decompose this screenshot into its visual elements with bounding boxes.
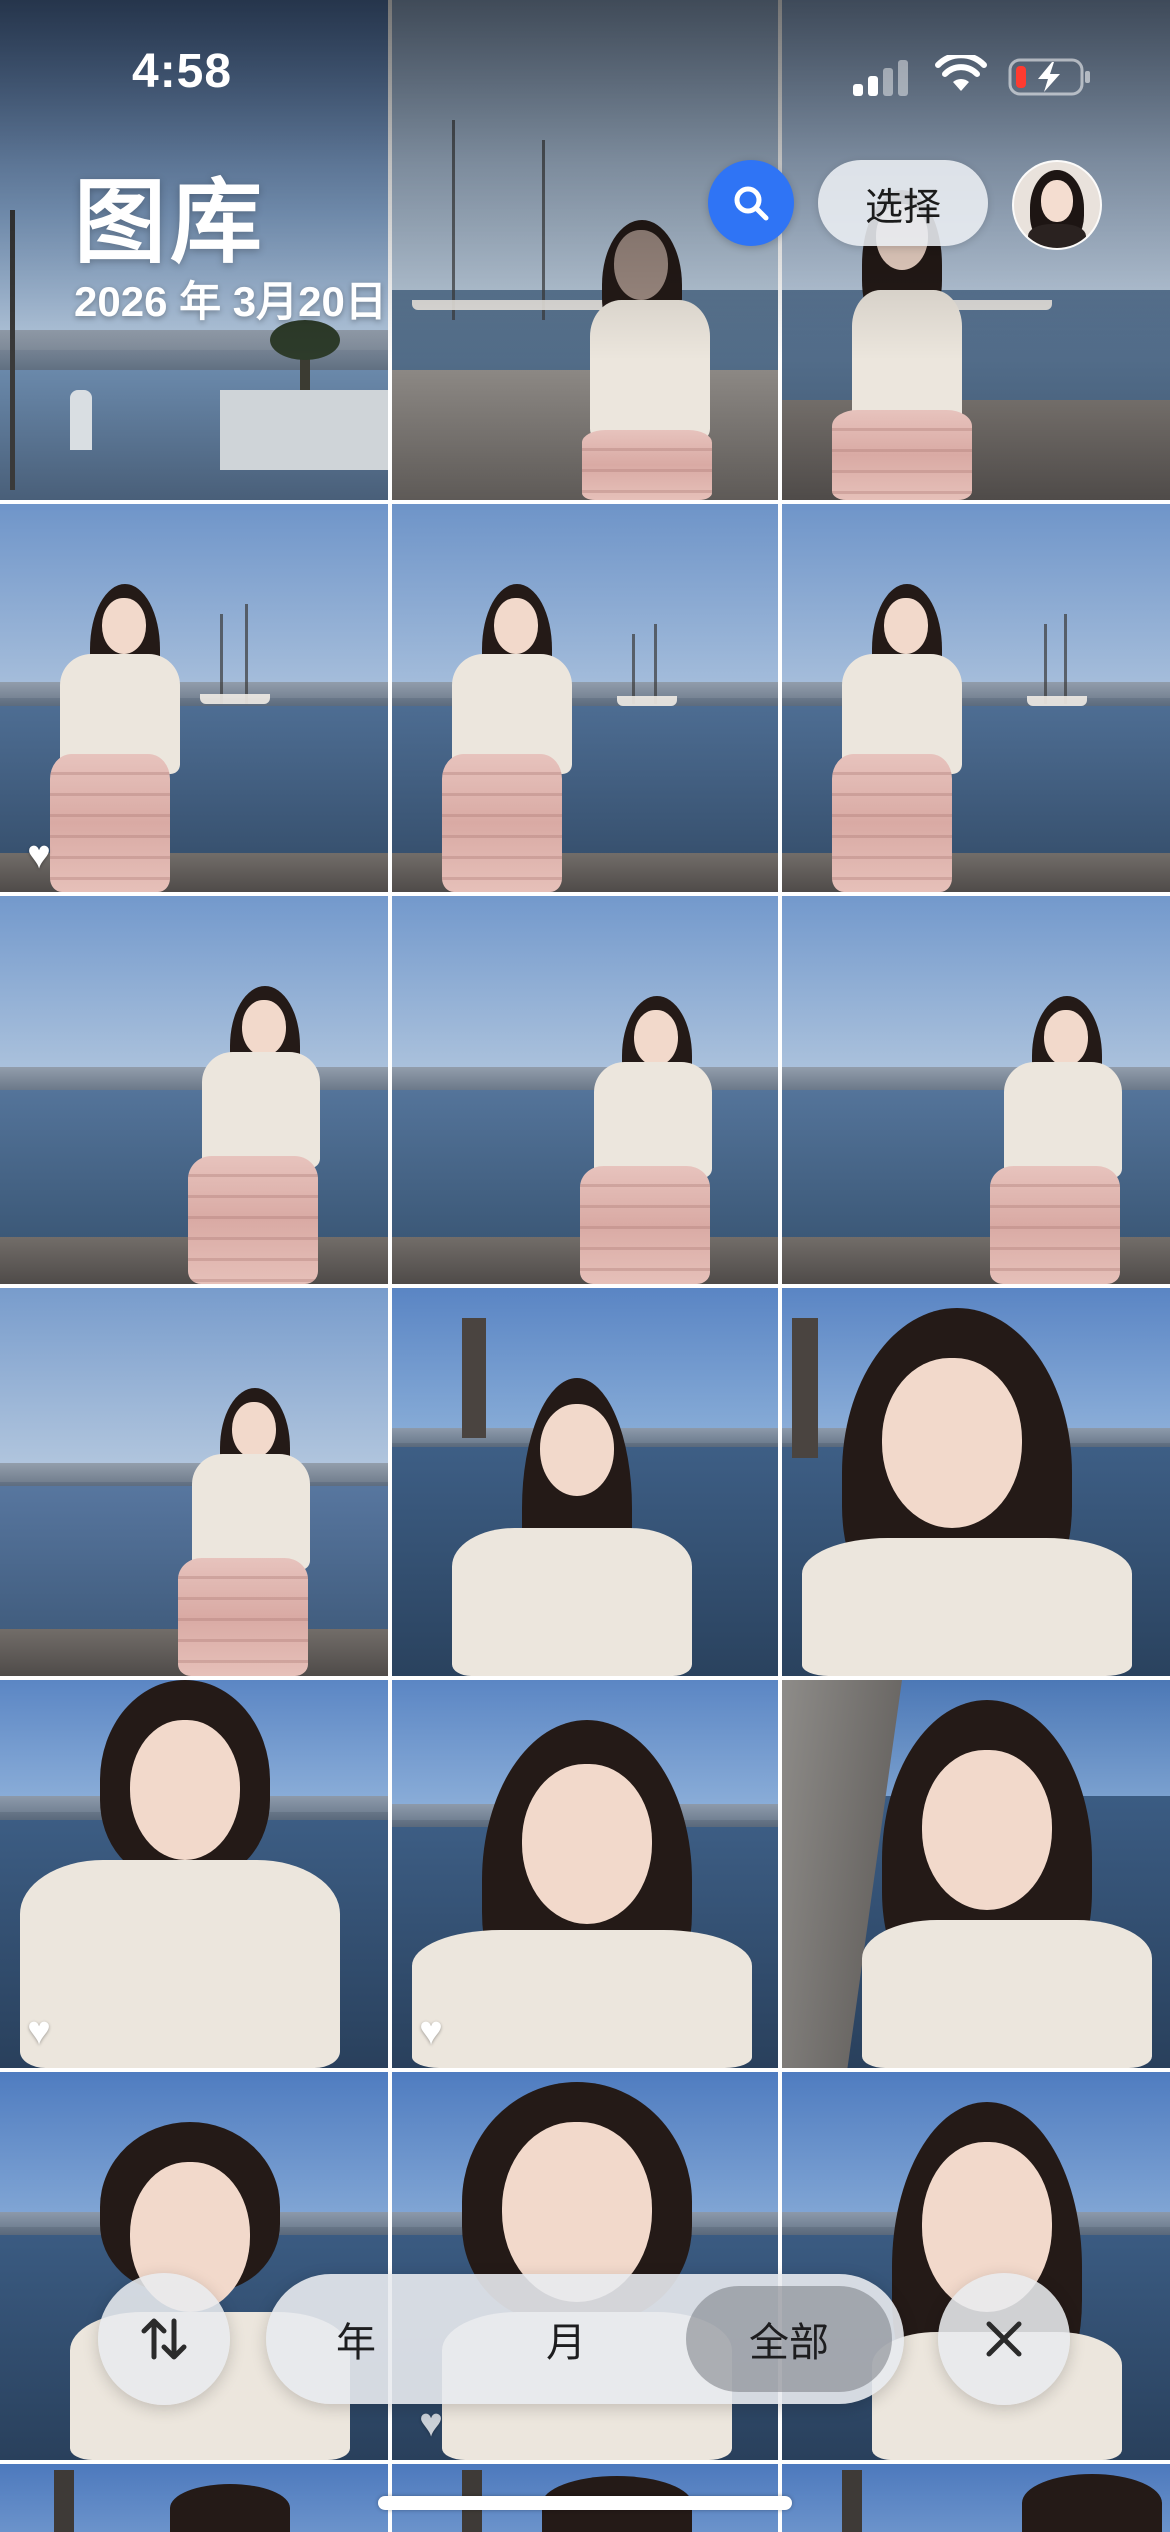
heart-icon: ♥ <box>419 2009 443 2053</box>
photo-thumbnail[interactable] <box>782 504 1170 892</box>
home-indicator <box>378 2496 792 2510</box>
status-bar: 4:58 <box>0 0 1170 140</box>
photo-thumbnail[interactable] <box>782 2464 1170 2532</box>
photo-thumbnail[interactable]: ♥ <box>0 1680 388 2068</box>
photo-thumbnail[interactable] <box>392 896 778 1284</box>
segment-month[interactable]: 月 <box>476 2274 656 2404</box>
photo-grid: ♥ ♥ ♥ ♥ <box>0 0 1170 2532</box>
page-title: 图库 <box>74 172 267 274</box>
avatar[interactable] <box>1012 160 1102 250</box>
wifi-icon <box>935 55 987 91</box>
photo-thumbnail[interactable] <box>392 1288 778 1676</box>
photo-thumbnail[interactable] <box>782 1680 1170 2068</box>
cellular-signal-icon <box>853 60 913 96</box>
close-button[interactable] <box>938 2273 1070 2405</box>
photo-thumbnail[interactable] <box>392 504 778 892</box>
photo-thumbnail[interactable] <box>0 896 388 1284</box>
photo-thumbnail[interactable] <box>0 2464 388 2532</box>
photo-thumbnail[interactable] <box>0 1288 388 1676</box>
page-date: 2026 年 3月20日 <box>74 278 387 325</box>
close-icon <box>986 2321 1022 2357</box>
search-icon <box>734 186 769 221</box>
photo-thumbnail[interactable] <box>782 1288 1170 1676</box>
photo-thumbnail[interactable]: ♥ <box>392 1680 778 2068</box>
photo-thumbnail[interactable] <box>782 896 1170 1284</box>
search-button[interactable] <box>708 160 794 246</box>
battery-charging-icon <box>1008 58 1090 96</box>
heart-icon: ♥ <box>27 2009 51 2053</box>
status-time: 4:58 <box>132 45 233 98</box>
segment-year[interactable]: 年 <box>266 2274 446 2404</box>
view-segmented-control: 年 月 全部 <box>266 2274 904 2404</box>
segment-all[interactable]: 全部 <box>686 2274 892 2404</box>
sort-button[interactable] <box>98 2273 230 2405</box>
photo-thumbnail[interactable]: ♥ <box>0 504 388 892</box>
sort-arrows-icon <box>141 2318 187 2360</box>
heart-icon: ♥ <box>27 833 51 877</box>
heart-icon: ♥ <box>419 2401 443 2445</box>
select-button[interactable]: 选择 <box>818 160 988 246</box>
